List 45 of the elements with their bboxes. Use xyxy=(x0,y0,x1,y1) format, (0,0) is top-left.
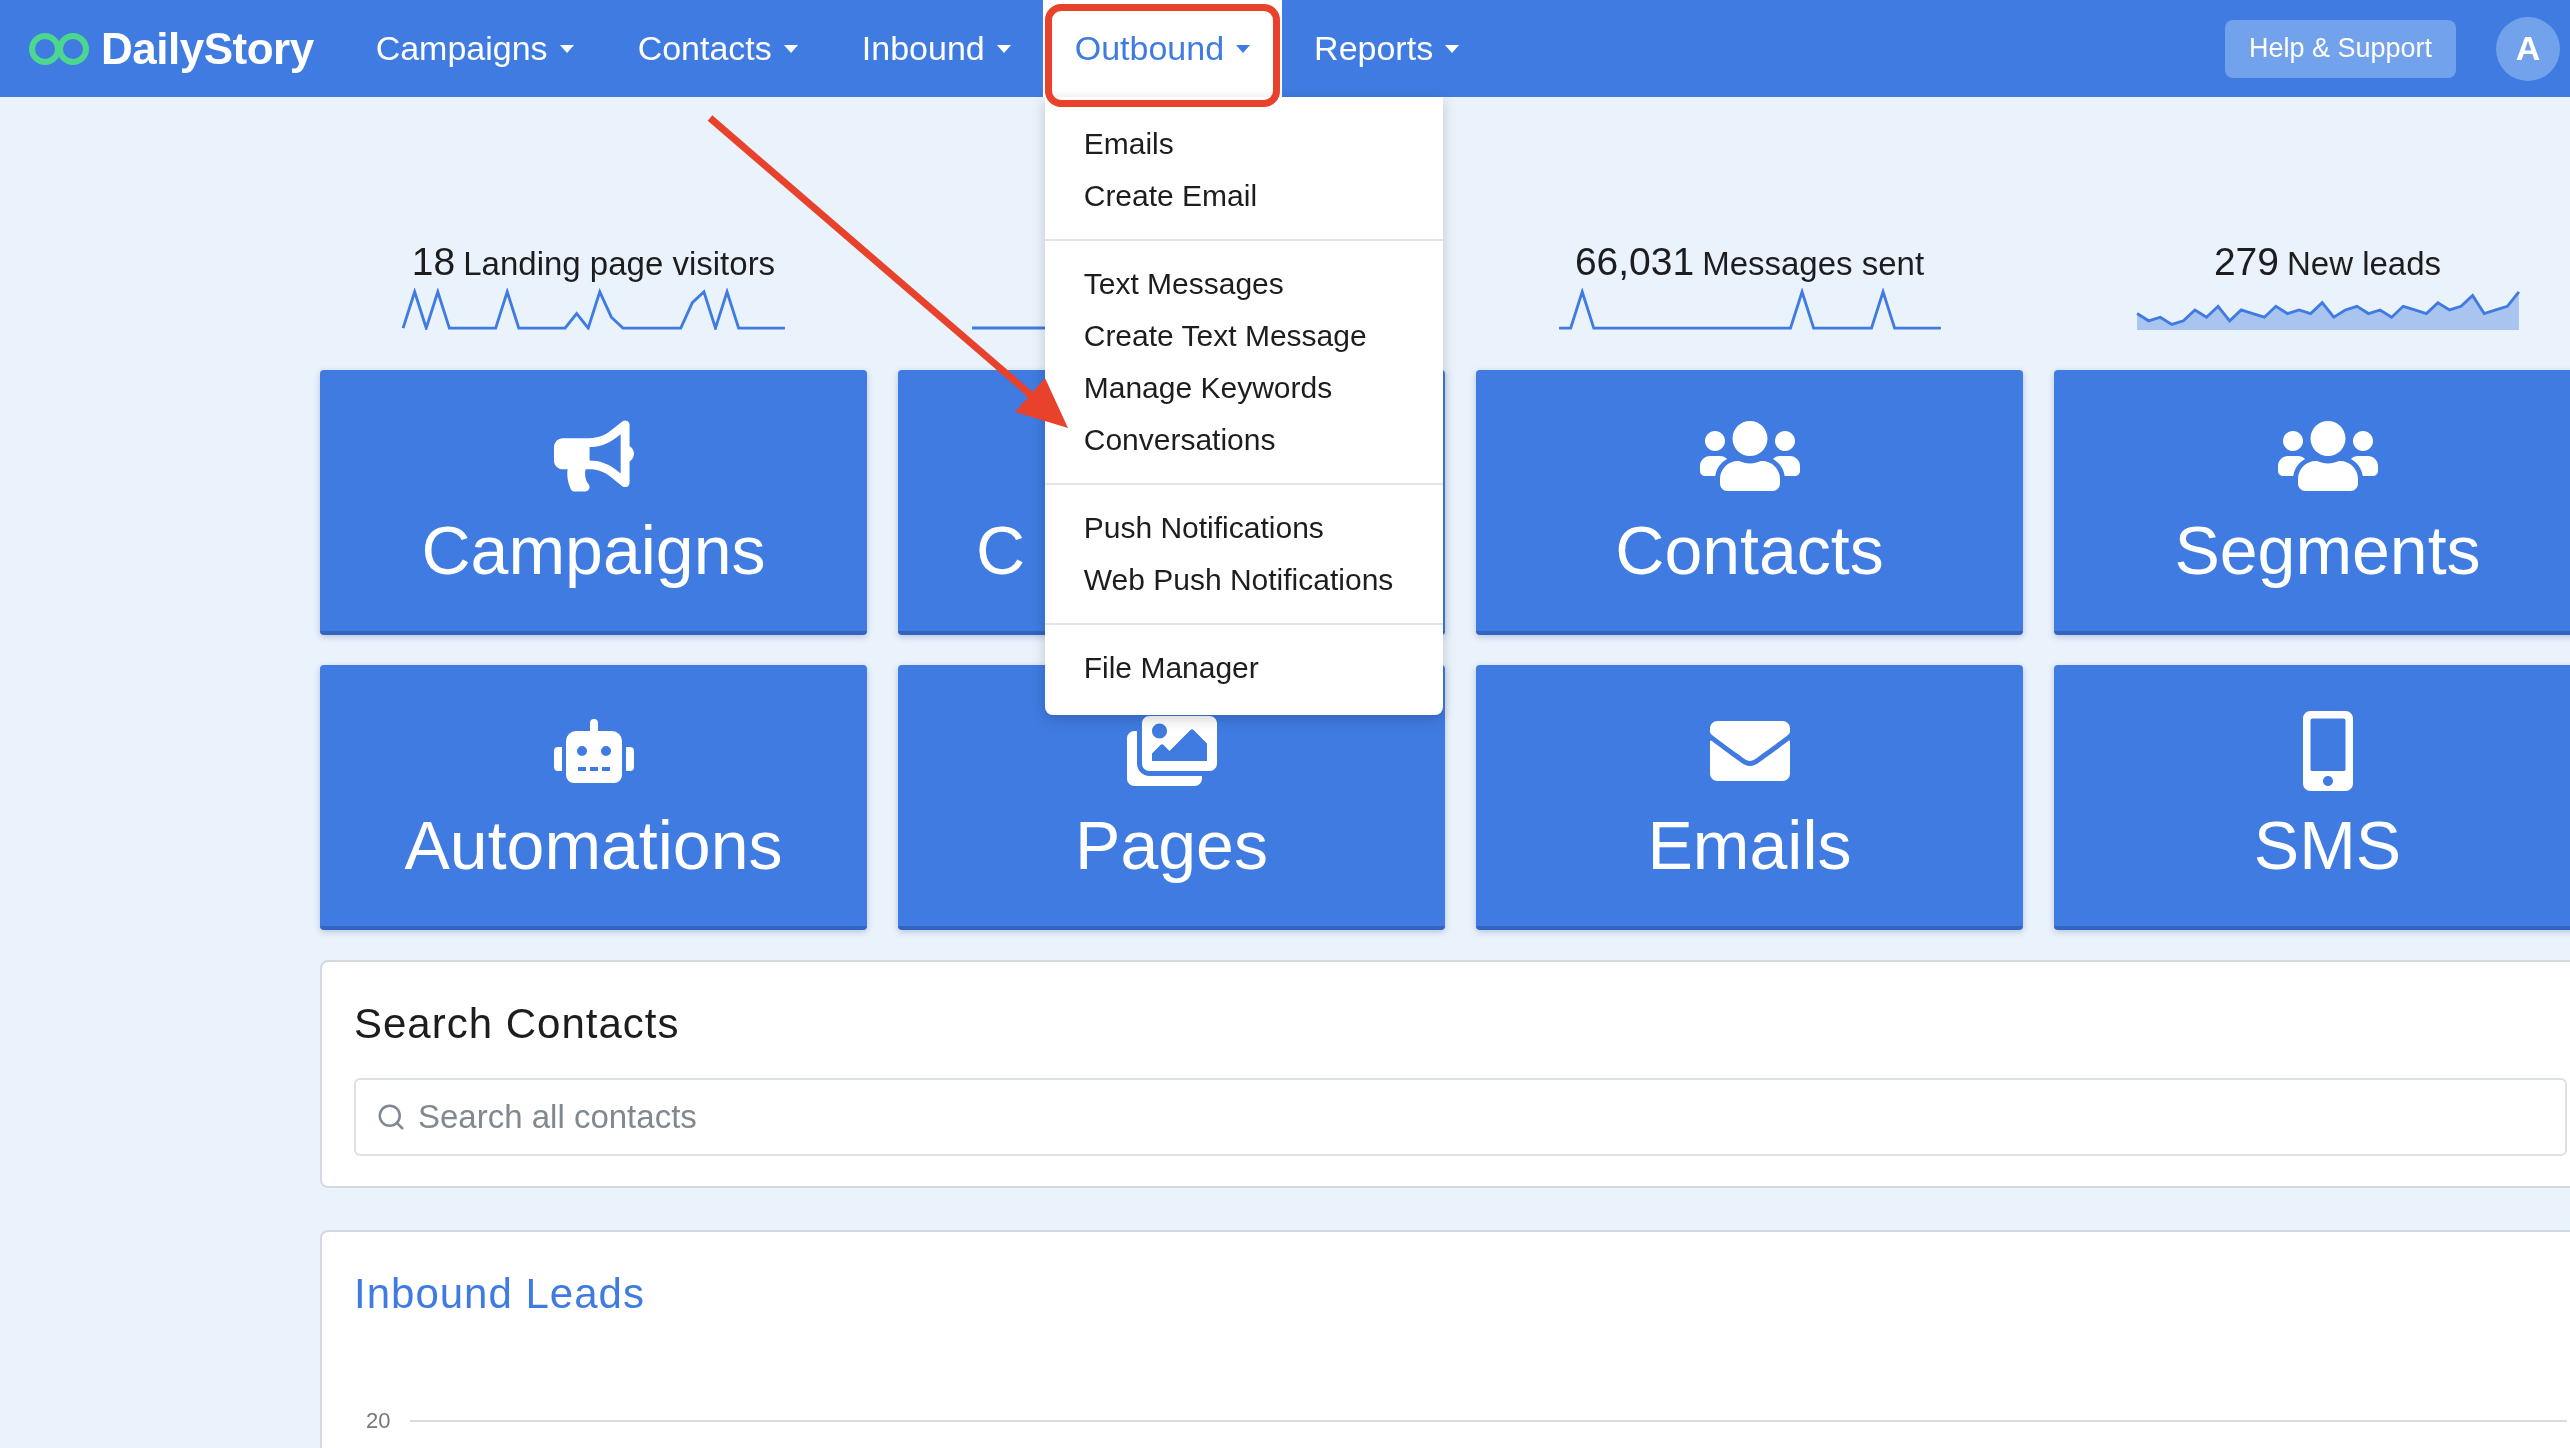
search-icon xyxy=(376,1102,406,1132)
stat-label: New leads xyxy=(2287,245,2442,283)
card-title: Search Contacts xyxy=(354,1000,681,1048)
shortcut-tile[interactable]: Campaigns xyxy=(320,370,867,635)
tile-label: Pages xyxy=(1075,806,1268,883)
menu-item[interactable]: Conversations xyxy=(1083,414,1276,466)
tile-label: Segments xyxy=(2174,511,2481,588)
shortcut-tile[interactable]: Automations xyxy=(320,665,867,930)
menu-item[interactable]: Manage Keywords xyxy=(1083,362,1333,414)
nav-menu-item[interactable]: Contacts xyxy=(605,0,830,97)
caret-icon xyxy=(996,44,1011,53)
user-avatar[interactable]: A xyxy=(2496,16,2560,81)
shortcut-tile[interactable]: SMS xyxy=(2054,665,2570,930)
stat-value: 279 xyxy=(2213,240,2279,284)
menu-item[interactable]: Create Text Message xyxy=(1083,310,1367,362)
stat-label: Messages sent xyxy=(1702,245,1925,283)
caret-icon xyxy=(783,44,798,53)
nav-menu-item[interactable]: Campaigns xyxy=(343,0,606,97)
tile-label: Campaigns xyxy=(421,511,766,588)
stat-value: 66,031 xyxy=(1574,240,1695,284)
nav-menu-item[interactable]: Inbound xyxy=(829,0,1043,97)
tile-label: Automations xyxy=(404,806,783,883)
help-support-button[interactable]: Help & Support xyxy=(2224,19,2456,78)
tile-label: Emails xyxy=(1647,806,1852,883)
shortcut-tile[interactable]: Emails xyxy=(1476,665,2023,930)
stat-value: 18 xyxy=(411,240,456,284)
shortcut-tile[interactable]: Contacts xyxy=(1476,370,2023,635)
search-field[interactable]: Search all contacts xyxy=(354,1078,2567,1156)
shortcut-tile[interactable]: Segments xyxy=(2054,370,2570,635)
menu-item[interactable]: Push Notifications xyxy=(1083,502,1324,554)
menu-item[interactable]: Text Messages xyxy=(1083,258,1284,310)
nav-menu-item[interactable]: Reports xyxy=(1282,0,1492,97)
caret-icon xyxy=(1236,44,1251,53)
caret-icon xyxy=(1445,44,1460,53)
menu-item[interactable]: Emails xyxy=(1083,118,1174,170)
stat-label: Landing page visitors xyxy=(463,245,776,283)
card-title: Inbound Leads xyxy=(354,1270,646,1318)
menu-item[interactable]: Web Push Notifications xyxy=(1083,554,1394,606)
tile-label: SMS xyxy=(2253,806,2402,883)
logo-text: DailyStory xyxy=(101,23,314,74)
tile-label: Contacts xyxy=(1615,511,1884,588)
caret-icon xyxy=(559,44,574,53)
tile-label: C xyxy=(976,511,1026,588)
menu-item[interactable]: Create Email xyxy=(1083,170,1258,222)
axis-tick-label: 20 xyxy=(366,1408,391,1434)
